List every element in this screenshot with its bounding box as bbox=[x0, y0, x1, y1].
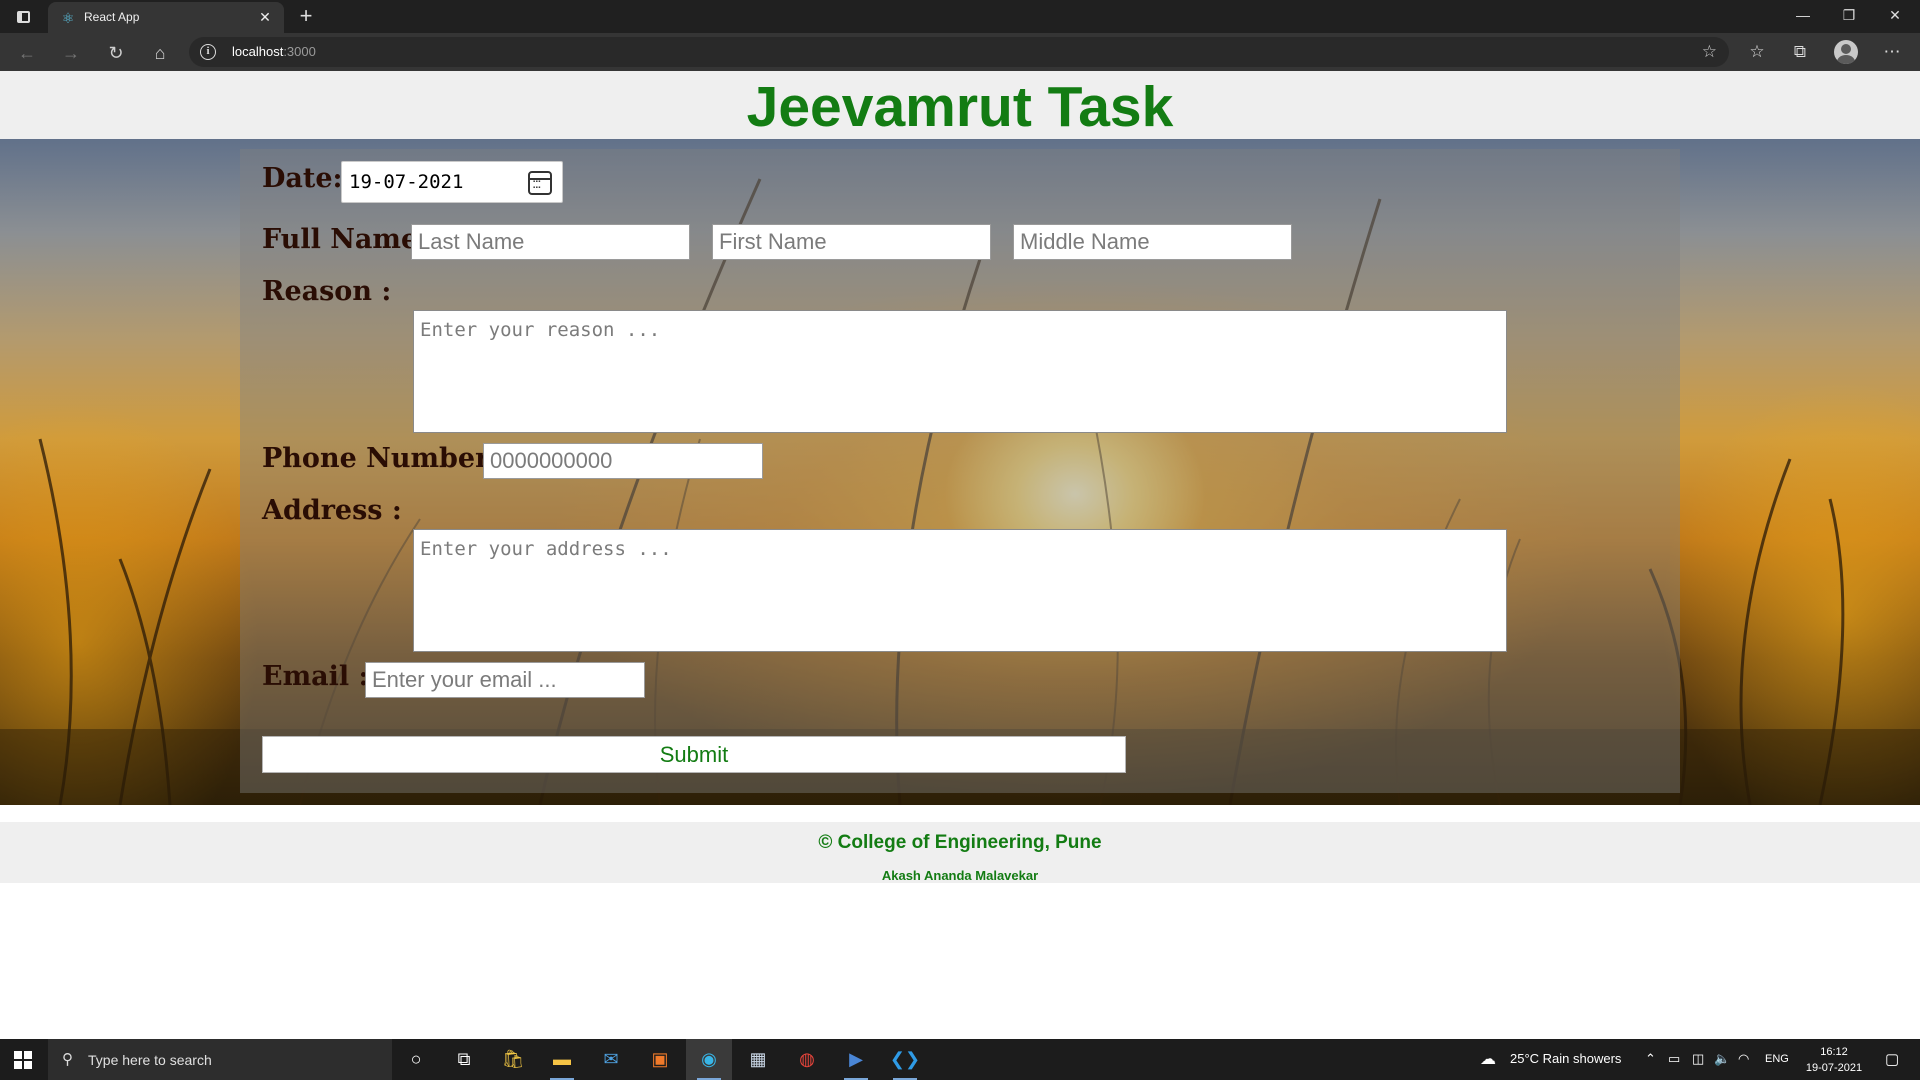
battery-icon[interactable]: ▭ bbox=[1668, 1051, 1680, 1067]
new-tab-icon[interactable]: + bbox=[294, 3, 318, 29]
email-input[interactable] bbox=[365, 662, 645, 698]
clock-date: 19-07-2021 bbox=[1805, 1062, 1863, 1074]
page-footer: © College of Engineering, Pune Akash Ana… bbox=[0, 822, 1920, 883]
refresh-icon[interactable]: ↻ bbox=[101, 39, 131, 67]
url-text[interactable]: localhost:3000 bbox=[232, 44, 316, 59]
date-input[interactable]: 19-07-2021 bbox=[341, 161, 563, 203]
home-icon[interactable]: ⌂ bbox=[145, 39, 175, 67]
forward-arrow-icon[interactable]: → bbox=[56, 39, 86, 67]
page-title: Jeevamrut Task bbox=[746, 75, 1174, 139]
footer-author: Akash Ananda Malavekar bbox=[881, 868, 1039, 883]
reason-label: Reason : bbox=[262, 276, 392, 307]
store-icon[interactable]: 🛍 bbox=[490, 1039, 536, 1080]
tab-actions-icon[interactable] bbox=[12, 7, 34, 27]
weather-text[interactable]: 25°C Rain showers bbox=[1510, 1051, 1621, 1066]
back-arrow-icon[interactable]: ← bbox=[12, 39, 42, 67]
email-label: Email : bbox=[262, 661, 369, 692]
profile-avatar[interactable] bbox=[1834, 40, 1858, 64]
volume-icon[interactable]: 🔈 bbox=[1714, 1051, 1730, 1067]
taskbar-search[interactable]: ⚲ Type here to search bbox=[48, 1039, 392, 1080]
site-info-icon[interactable]: i bbox=[200, 44, 216, 60]
phone-number-label: Phone Number : bbox=[262, 443, 509, 474]
page: Jeevamrut Task Date: 19-07-2021 ▪▪▪ ▪▪▪ … bbox=[0, 71, 1920, 1039]
network-icon[interactable]: ◫ bbox=[1692, 1051, 1704, 1067]
tab-title: React App bbox=[84, 10, 140, 24]
powershell-icon[interactable]: ▶ bbox=[833, 1039, 879, 1080]
page-header: Jeevamrut Task bbox=[0, 71, 1920, 139]
first-name-input[interactable] bbox=[712, 224, 991, 260]
more-options-icon[interactable]: ⋯ bbox=[1880, 41, 1904, 63]
address-bar[interactable]: i localhost:3000 ☆ bbox=[189, 37, 1729, 67]
search-icon: ⚲ bbox=[62, 1051, 73, 1068]
calendar-icon[interactable] bbox=[528, 171, 552, 195]
restore-icon[interactable]: ❐ bbox=[1826, 0, 1872, 30]
weather-icon[interactable]: ☁ bbox=[1480, 1049, 1496, 1069]
wifi-icon[interactable]: ◠ bbox=[1738, 1051, 1749, 1067]
xampp-icon[interactable]: ▣ bbox=[637, 1039, 683, 1080]
address-textarea[interactable] bbox=[413, 529, 1507, 652]
taskbar-clock[interactable]: 16:12 19-07-2021 bbox=[1791, 1044, 1877, 1076]
windows-taskbar: ⚲ Type here to search ○ ⧉ 🛍 ▬ ✉ ▣ ◉ ▦ ◍ … bbox=[0, 1039, 1920, 1080]
address-label: Address : bbox=[262, 495, 402, 526]
minimize-icon[interactable]: — bbox=[1780, 0, 1826, 30]
footer-copyright: © College of Engineering, Pune bbox=[818, 832, 1102, 853]
react-favicon-icon: ⚛ bbox=[61, 10, 75, 26]
submit-button[interactable]: Submit bbox=[262, 736, 1126, 773]
date-value: 19-07-2021 bbox=[349, 171, 464, 193]
file-explorer-icon[interactable]: ▬ bbox=[539, 1039, 585, 1080]
browser-toolbar: ← → ↻ ⌂ i localhost:3000 ☆ ☆ ⧉ ⋯ bbox=[0, 33, 1920, 71]
notification-icon[interactable]: ▢ bbox=[1885, 1050, 1899, 1068]
middle-name-input[interactable] bbox=[1013, 224, 1292, 260]
collections-icon[interactable]: ⧉ bbox=[1788, 41, 1812, 63]
mail-icon[interactable]: ✉ bbox=[588, 1039, 634, 1080]
task-view-icon[interactable]: ⧉ bbox=[441, 1039, 487, 1080]
close-window-icon[interactable]: ✕ bbox=[1872, 0, 1918, 30]
add-favorite-icon[interactable]: ☆ bbox=[1702, 42, 1717, 62]
photos-icon[interactable]: ▦ bbox=[735, 1039, 781, 1080]
clock-time: 16:12 bbox=[1820, 1046, 1848, 1058]
browser-tab[interactable]: ⚛ React App ✕ bbox=[48, 2, 284, 33]
close-tab-icon[interactable]: ✕ bbox=[256, 8, 274, 26]
browser-titlebar: ⚛ React App ✕ + — ❐ ✕ bbox=[0, 0, 1920, 33]
edge-icon[interactable]: ◉ bbox=[686, 1039, 732, 1080]
date-label: Date: bbox=[262, 163, 343, 194]
phone-number-input[interactable] bbox=[483, 443, 763, 479]
taskbar-search-placeholder: Type here to search bbox=[88, 1052, 212, 1068]
chevron-up-icon[interactable]: ⌃ bbox=[1645, 1051, 1656, 1067]
vscode-icon[interactable]: ❮❯ bbox=[882, 1039, 928, 1080]
cortana-icon[interactable]: ○ bbox=[393, 1039, 439, 1080]
full-name-label: Full Name: bbox=[262, 224, 429, 255]
language-indicator[interactable]: ENG bbox=[1765, 1053, 1789, 1065]
last-name-input[interactable] bbox=[411, 224, 690, 260]
chrome-icon[interactable]: ◍ bbox=[784, 1039, 830, 1080]
favorites-icon[interactable]: ☆ bbox=[1745, 41, 1769, 63]
reason-textarea[interactable] bbox=[413, 310, 1507, 433]
windows-start-icon[interactable] bbox=[14, 1051, 32, 1069]
